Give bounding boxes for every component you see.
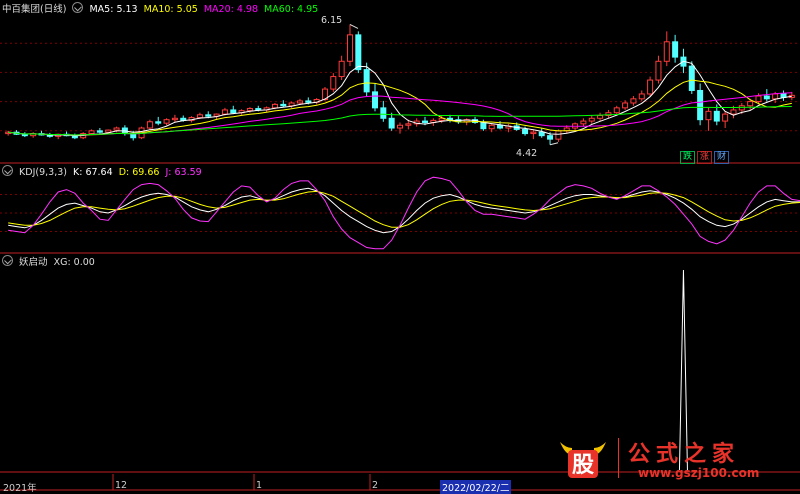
logo-char: 股 [572, 453, 594, 478]
candle-body [747, 101, 754, 107]
candle-body [547, 135, 554, 140]
watermark-divider [618, 438, 619, 478]
axis-month-1: 1 [256, 480, 263, 491]
candle-body [255, 108, 262, 111]
chart-stage[interactable]: 中百集团(日线) MA5: 5.13 MA10: 5.05 MA20: 4.98… [0, 0, 800, 494]
candle-body [580, 120, 587, 125]
chart-canvas[interactable] [0, 0, 800, 491]
candle-body [155, 121, 162, 124]
candle-body [672, 41, 679, 58]
candle-body [405, 123, 412, 126]
candle-body [221, 109, 228, 115]
candle-body [630, 98, 637, 104]
candle-body [480, 121, 487, 130]
watermark-title: 公式之家 [628, 442, 741, 467]
candle-body [588, 117, 595, 122]
candle-body [363, 69, 370, 93]
candle-body [638, 93, 645, 100]
candle-body [697, 89, 704, 121]
axis-cursor-date: 2022/02/22/二 [440, 480, 512, 494]
candle-body [163, 119, 170, 124]
low-price-label: 4.42 [516, 148, 538, 159]
ma10-label: MA10: 5.05 [143, 4, 198, 15]
high-marker-arrow [349, 23, 359, 29]
candle-body [96, 130, 103, 133]
candle-body [146, 121, 153, 129]
candle-body [763, 95, 770, 100]
j-label: J: 63.59 [165, 167, 202, 178]
candle-body [246, 108, 253, 112]
candle-body [713, 110, 720, 122]
d-label: D: 69.66 [118, 167, 160, 178]
main-panel-header: 中百集团(日线) MA5: 5.13 MA10: 5.05 MA20: 4.98… [2, 2, 321, 16]
candle-body [113, 127, 120, 131]
axis-month-12: 12 [115, 480, 128, 491]
btn-down[interactable]: 跌 [680, 151, 696, 164]
xg-label: XG: 0.00 [53, 257, 95, 268]
candle-body [305, 100, 312, 103]
candle-body [538, 131, 545, 137]
candle-body [688, 65, 695, 91]
candle-body [597, 115, 604, 119]
ma60-label: MA60: 4.95 [264, 4, 319, 15]
watermark-url: www.gszj100.com [638, 466, 760, 480]
candle-body [355, 34, 362, 71]
candle-body [722, 113, 729, 122]
candle-body [755, 95, 762, 103]
candle-body [522, 128, 529, 135]
high-price-label: 6.15 [321, 15, 343, 26]
low-marker-arrow [549, 142, 559, 146]
candle-body [613, 107, 620, 114]
xg-panel-header: 妖启动 XG: 0.00 [2, 255, 98, 269]
bull-logo-icon: 股 [560, 442, 606, 478]
candle-body [497, 124, 504, 129]
candle-body [380, 107, 387, 119]
candle-body [622, 102, 629, 109]
kdj-name[interactable]: KDJ(9,3,3) [19, 167, 67, 178]
candle-body [330, 76, 337, 90]
candle-body [338, 60, 345, 78]
candle-body [488, 124, 495, 130]
k-label: K: 67.64 [73, 167, 113, 178]
candle-body [371, 91, 378, 109]
candle-body [280, 103, 287, 107]
settings-icon[interactable] [2, 165, 13, 176]
ma20-label: MA20: 4.98 [203, 4, 259, 15]
candle-body [296, 100, 303, 104]
candle-body [422, 120, 429, 123]
btn-finance[interactable]: 财 [714, 151, 730, 164]
axis-month-2: 2 [372, 480, 379, 491]
settings-icon[interactable] [72, 2, 84, 13]
candle-body [730, 109, 737, 115]
axis-year: 2021年 [3, 483, 37, 494]
candle-body [346, 34, 353, 62]
candle-body [171, 117, 178, 121]
candle-body [205, 114, 212, 117]
candle-body [105, 129, 112, 133]
candle-body [196, 114, 203, 119]
watermark: 股 公式之家 www.gszj100.com [556, 436, 784, 486]
ma5-label: MA5: 5.13 [89, 4, 138, 15]
btn-up[interactable]: 涨 [697, 151, 713, 164]
candle-body [663, 41, 670, 62]
candle-body [388, 117, 395, 129]
stock-name[interactable]: 中百集团(日线) [2, 4, 66, 15]
candlestick-series [5, 24, 795, 145]
candle-body [705, 110, 712, 121]
candle-body [530, 131, 537, 135]
kdj-panel-header: KDJ(9,3,3) K: 67.64 D: 69.66 J: 63.59 [2, 165, 205, 179]
candle-body [88, 130, 95, 135]
candle-body [647, 79, 654, 95]
candle-body [555, 130, 562, 140]
candle-body [271, 103, 278, 109]
xg-name[interactable]: 妖启动 [19, 257, 48, 268]
candle-body [230, 109, 237, 114]
candle-body [396, 124, 404, 129]
candle-body [655, 60, 662, 81]
candle-body [772, 93, 779, 100]
settings-icon[interactable] [2, 255, 13, 266]
